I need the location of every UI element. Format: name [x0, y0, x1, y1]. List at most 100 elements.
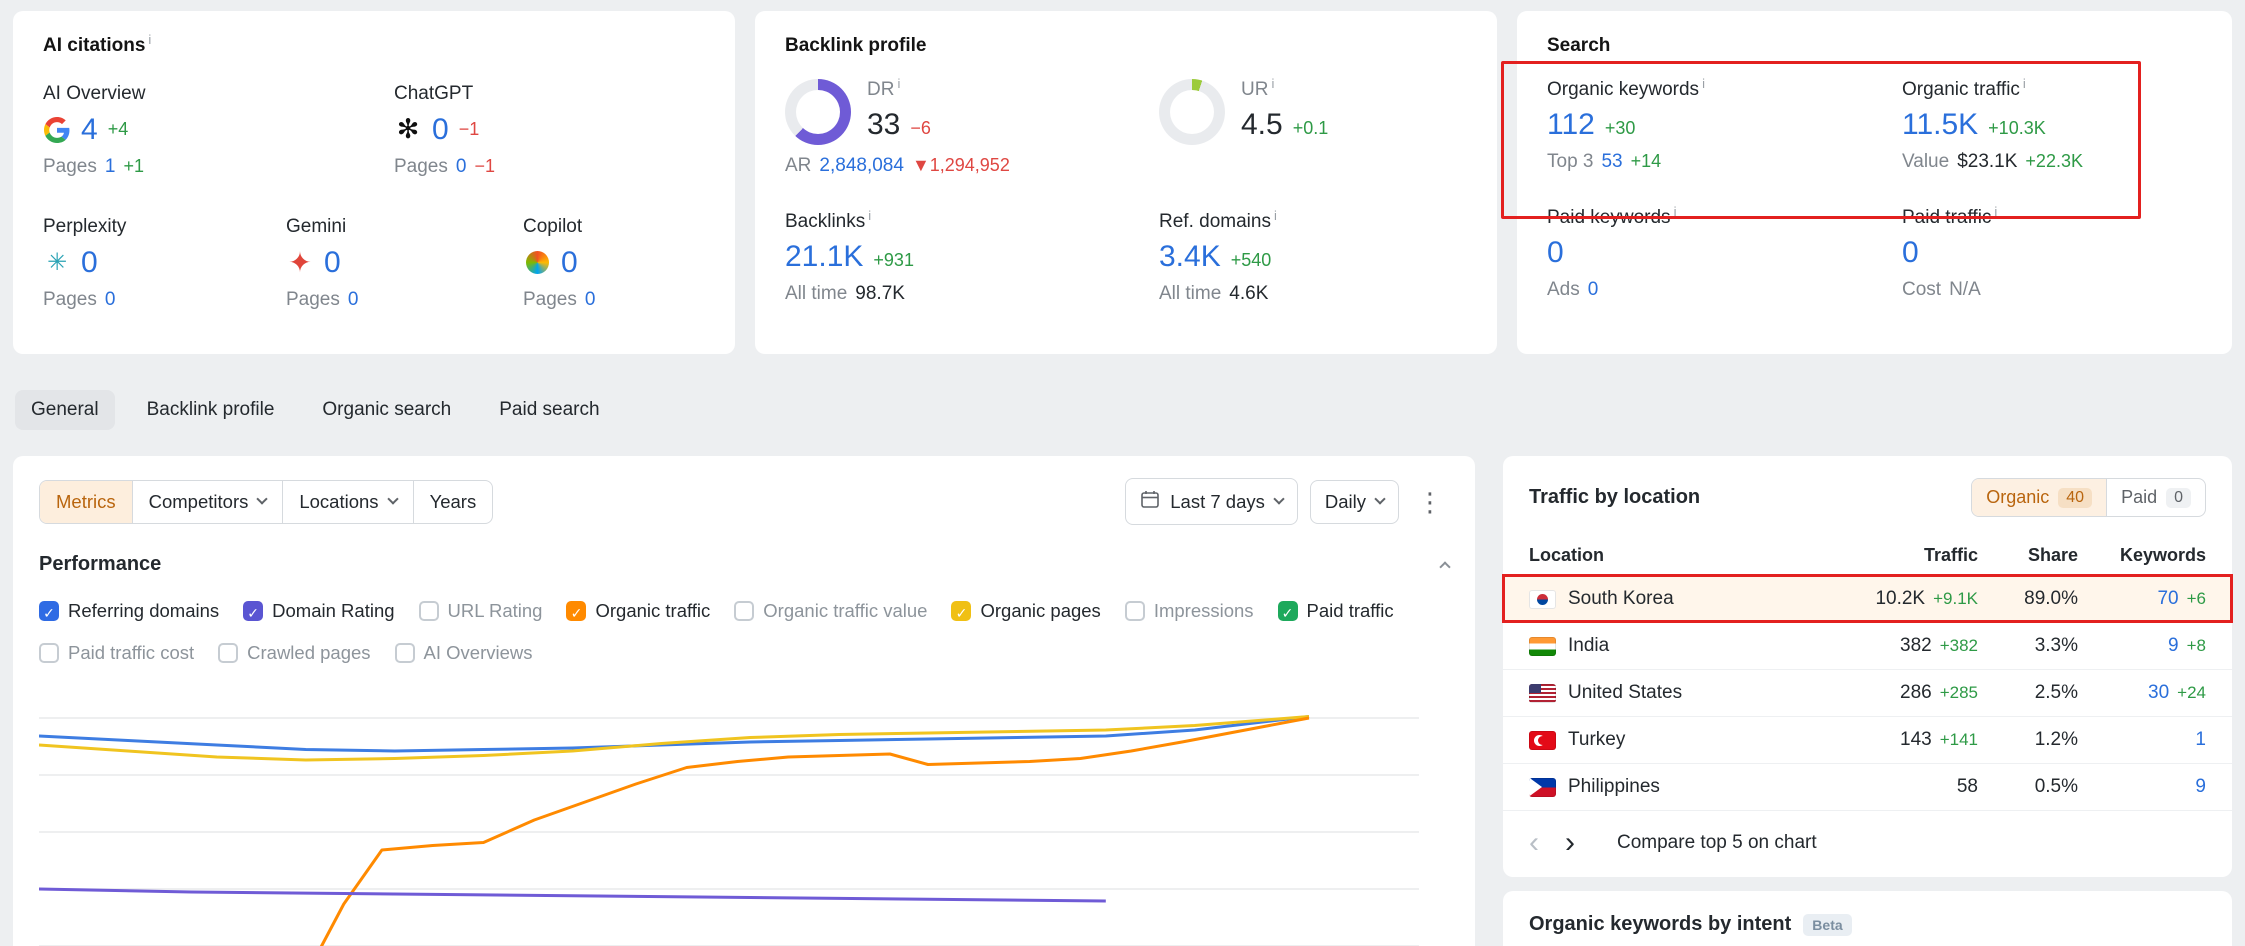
metric-checkbox-referring-domains[interactable]: Referring domains [39, 600, 219, 622]
chart-line [39, 717, 1309, 752]
gemini-value[interactable]: 0 [324, 246, 341, 279]
metric-checkbox-organic-pages[interactable]: Organic pages [951, 600, 1100, 622]
ai-item-chatgpt: ChatGPT 0 −1 Pages 0 −1 [394, 83, 495, 178]
tab-organic-search[interactable]: Organic search [306, 390, 467, 430]
dr-label: DR [867, 79, 894, 100]
organic-traffic-label: Organic traffic [1902, 79, 2020, 100]
table-row-south-korea[interactable]: South Korea 10.2K+9.1K 89.0% 70+6 [1503, 575, 2232, 622]
metric-label: Organic traffic value [763, 600, 927, 622]
pages-value[interactable]: 0 [456, 156, 467, 178]
pages-value[interactable]: 0 [105, 289, 116, 311]
metric-checkbox-organic-traffic-value[interactable]: Organic traffic value [734, 600, 927, 622]
ads-value[interactable]: 0 [1588, 279, 1599, 301]
paid-traffic-value[interactable]: 0 [1902, 236, 1919, 269]
keywords-value[interactable]: 70 [2157, 588, 2178, 610]
organic-toggle-button[interactable]: Organic 40 [1972, 479, 2106, 516]
checkbox-icon [734, 601, 754, 621]
table-row-turkey[interactable]: Turkey 143+141 1.2% 1 [1503, 716, 2232, 763]
organic-keywords-by-intent-card: Organic keywords by intent Beta [1503, 891, 2232, 946]
locations-button[interactable]: Locations [283, 481, 413, 523]
performance-card: Metrics Competitors Locations Years Last… [13, 456, 1475, 946]
refdomains-label: Ref. domains [1159, 211, 1271, 232]
metric-label: Paid traffic cost [68, 642, 194, 664]
perplexity-icon [43, 249, 71, 277]
keywords-value[interactable]: 9 [2195, 776, 2206, 798]
years-button[interactable]: Years [414, 481, 493, 523]
metric-checkbox-crawled-pages[interactable]: Crawled pages [218, 642, 370, 664]
keywords-value[interactable]: 1 [2195, 729, 2206, 751]
table-row-philippines[interactable]: Philippines 58 0.5% 9 [1503, 763, 2232, 810]
metric-checkbox-paid-traffic-cost[interactable]: Paid traffic cost [39, 642, 194, 664]
compare-top5-link[interactable]: Compare top 5 on chart [1617, 832, 1817, 854]
tab-general[interactable]: General [15, 390, 115, 430]
checkbox-icon [1125, 601, 1145, 621]
performance-chart[interactable] [39, 682, 1419, 946]
organic-traffic-delta: +10.3K [1988, 118, 2046, 139]
alltime-value: 98.7K [855, 283, 905, 305]
ai-overview-value[interactable]: 4 [81, 113, 98, 146]
competitors-button[interactable]: Competitors [133, 481, 284, 523]
metric-checkbox-paid-traffic[interactable]: Paid traffic [1278, 600, 1394, 622]
organic-keywords-value[interactable]: 112 [1547, 108, 1595, 141]
date-range-button[interactable]: Last 7 days [1125, 478, 1298, 525]
prev-page-button[interactable] [1529, 828, 1539, 858]
backlink-profile-title: Backlink profile [785, 35, 927, 57]
metric-checkbox-organic-traffic[interactable]: Organic traffic [566, 600, 710, 622]
copilot-value[interactable]: 0 [561, 246, 578, 279]
metrics-button[interactable]: Metrics [40, 481, 133, 523]
ur-donut-chart [1159, 79, 1225, 145]
keywords-value[interactable]: 9 [2168, 635, 2179, 657]
ur-value: 4.5 [1241, 108, 1283, 141]
pages-value[interactable]: 0 [585, 289, 596, 311]
top3-value[interactable]: 53 [1601, 151, 1622, 173]
table-row-india[interactable]: India 382+382 3.3% 9+8 [1503, 622, 2232, 669]
value-delta: +22.3K [2025, 151, 2083, 172]
ur-label: UR [1241, 79, 1268, 100]
refdomains-value[interactable]: 3.4K [1159, 240, 1221, 273]
pages-label: Pages [286, 289, 340, 311]
ai-citations-row-1: AI Overview 4 +4 Pages 1 +1 [43, 83, 705, 178]
metric-label: Impressions [1154, 600, 1254, 622]
metric-checkbox-url-rating[interactable]: URL Rating [419, 600, 543, 622]
metric-checkbox-domain-rating[interactable]: Domain Rating [243, 600, 394, 622]
perplexity-value[interactable]: 0 [81, 246, 98, 279]
column-share: Share [1978, 545, 2078, 566]
ar-value[interactable]: 2,848,084 [819, 155, 904, 177]
chatgpt-value[interactable]: 0 [432, 113, 449, 146]
paid-toggle-button[interactable]: Paid 0 [2106, 479, 2205, 516]
keywords-delta: +24 [2177, 683, 2206, 703]
traffic-delta: +9.1K [1933, 589, 1978, 609]
paid-keywords-label: Paid keywords [1547, 207, 1671, 228]
locations-label: Locations [299, 491, 378, 513]
granularity-button[interactable]: Daily [1310, 480, 1399, 524]
tab-backlink-profile[interactable]: Backlink profile [131, 390, 291, 430]
table-row-united-states[interactable]: United States 286+285 2.5% 30+24 [1503, 669, 2232, 716]
info-icon: i [868, 208, 871, 223]
share-value: 89.0% [1978, 588, 2078, 610]
organic-traffic-value[interactable]: 11.5K [1902, 108, 1978, 141]
paid-keywords-value[interactable]: 0 [1547, 236, 1564, 269]
backlinks-block: Backlinksi 21.1K +931 All time 98.7K [785, 211, 1159, 305]
next-page-button[interactable] [1565, 828, 1575, 858]
search-card: Search Organic keywordsi 112 +30 Top 3 5… [1517, 11, 2232, 354]
column-keywords: Keywords [2078, 545, 2206, 566]
backlinks-value[interactable]: 21.1K [785, 240, 863, 273]
metric-checkbox-impressions[interactable]: Impressions [1125, 600, 1254, 622]
more-options-button[interactable] [1411, 489, 1449, 515]
info-icon: i [1271, 76, 1274, 91]
organic-keywords-block: Organic keywordsi 112 +30 Top 3 53 +14 [1547, 79, 1902, 173]
keywords-value[interactable]: 30 [2148, 682, 2169, 704]
pages-value[interactable]: 1 [105, 156, 116, 178]
ur-delta: +0.1 [1293, 118, 1329, 139]
checkbox-icon [395, 643, 415, 663]
tab-paid-search[interactable]: Paid search [483, 390, 615, 430]
organic-keywords-label: Organic keywords [1547, 79, 1699, 100]
metric-label: Organic traffic [595, 600, 710, 622]
info-icon: i [2023, 76, 2026, 91]
copilot-icon [523, 249, 551, 277]
metric-checkbox-ai-overviews[interactable]: AI Overviews [395, 642, 533, 664]
pages-value[interactable]: 0 [348, 289, 359, 311]
checkbox-icon [39, 601, 59, 621]
collapse-section-icon[interactable] [1439, 561, 1450, 572]
backlinks-delta: +931 [873, 250, 914, 271]
